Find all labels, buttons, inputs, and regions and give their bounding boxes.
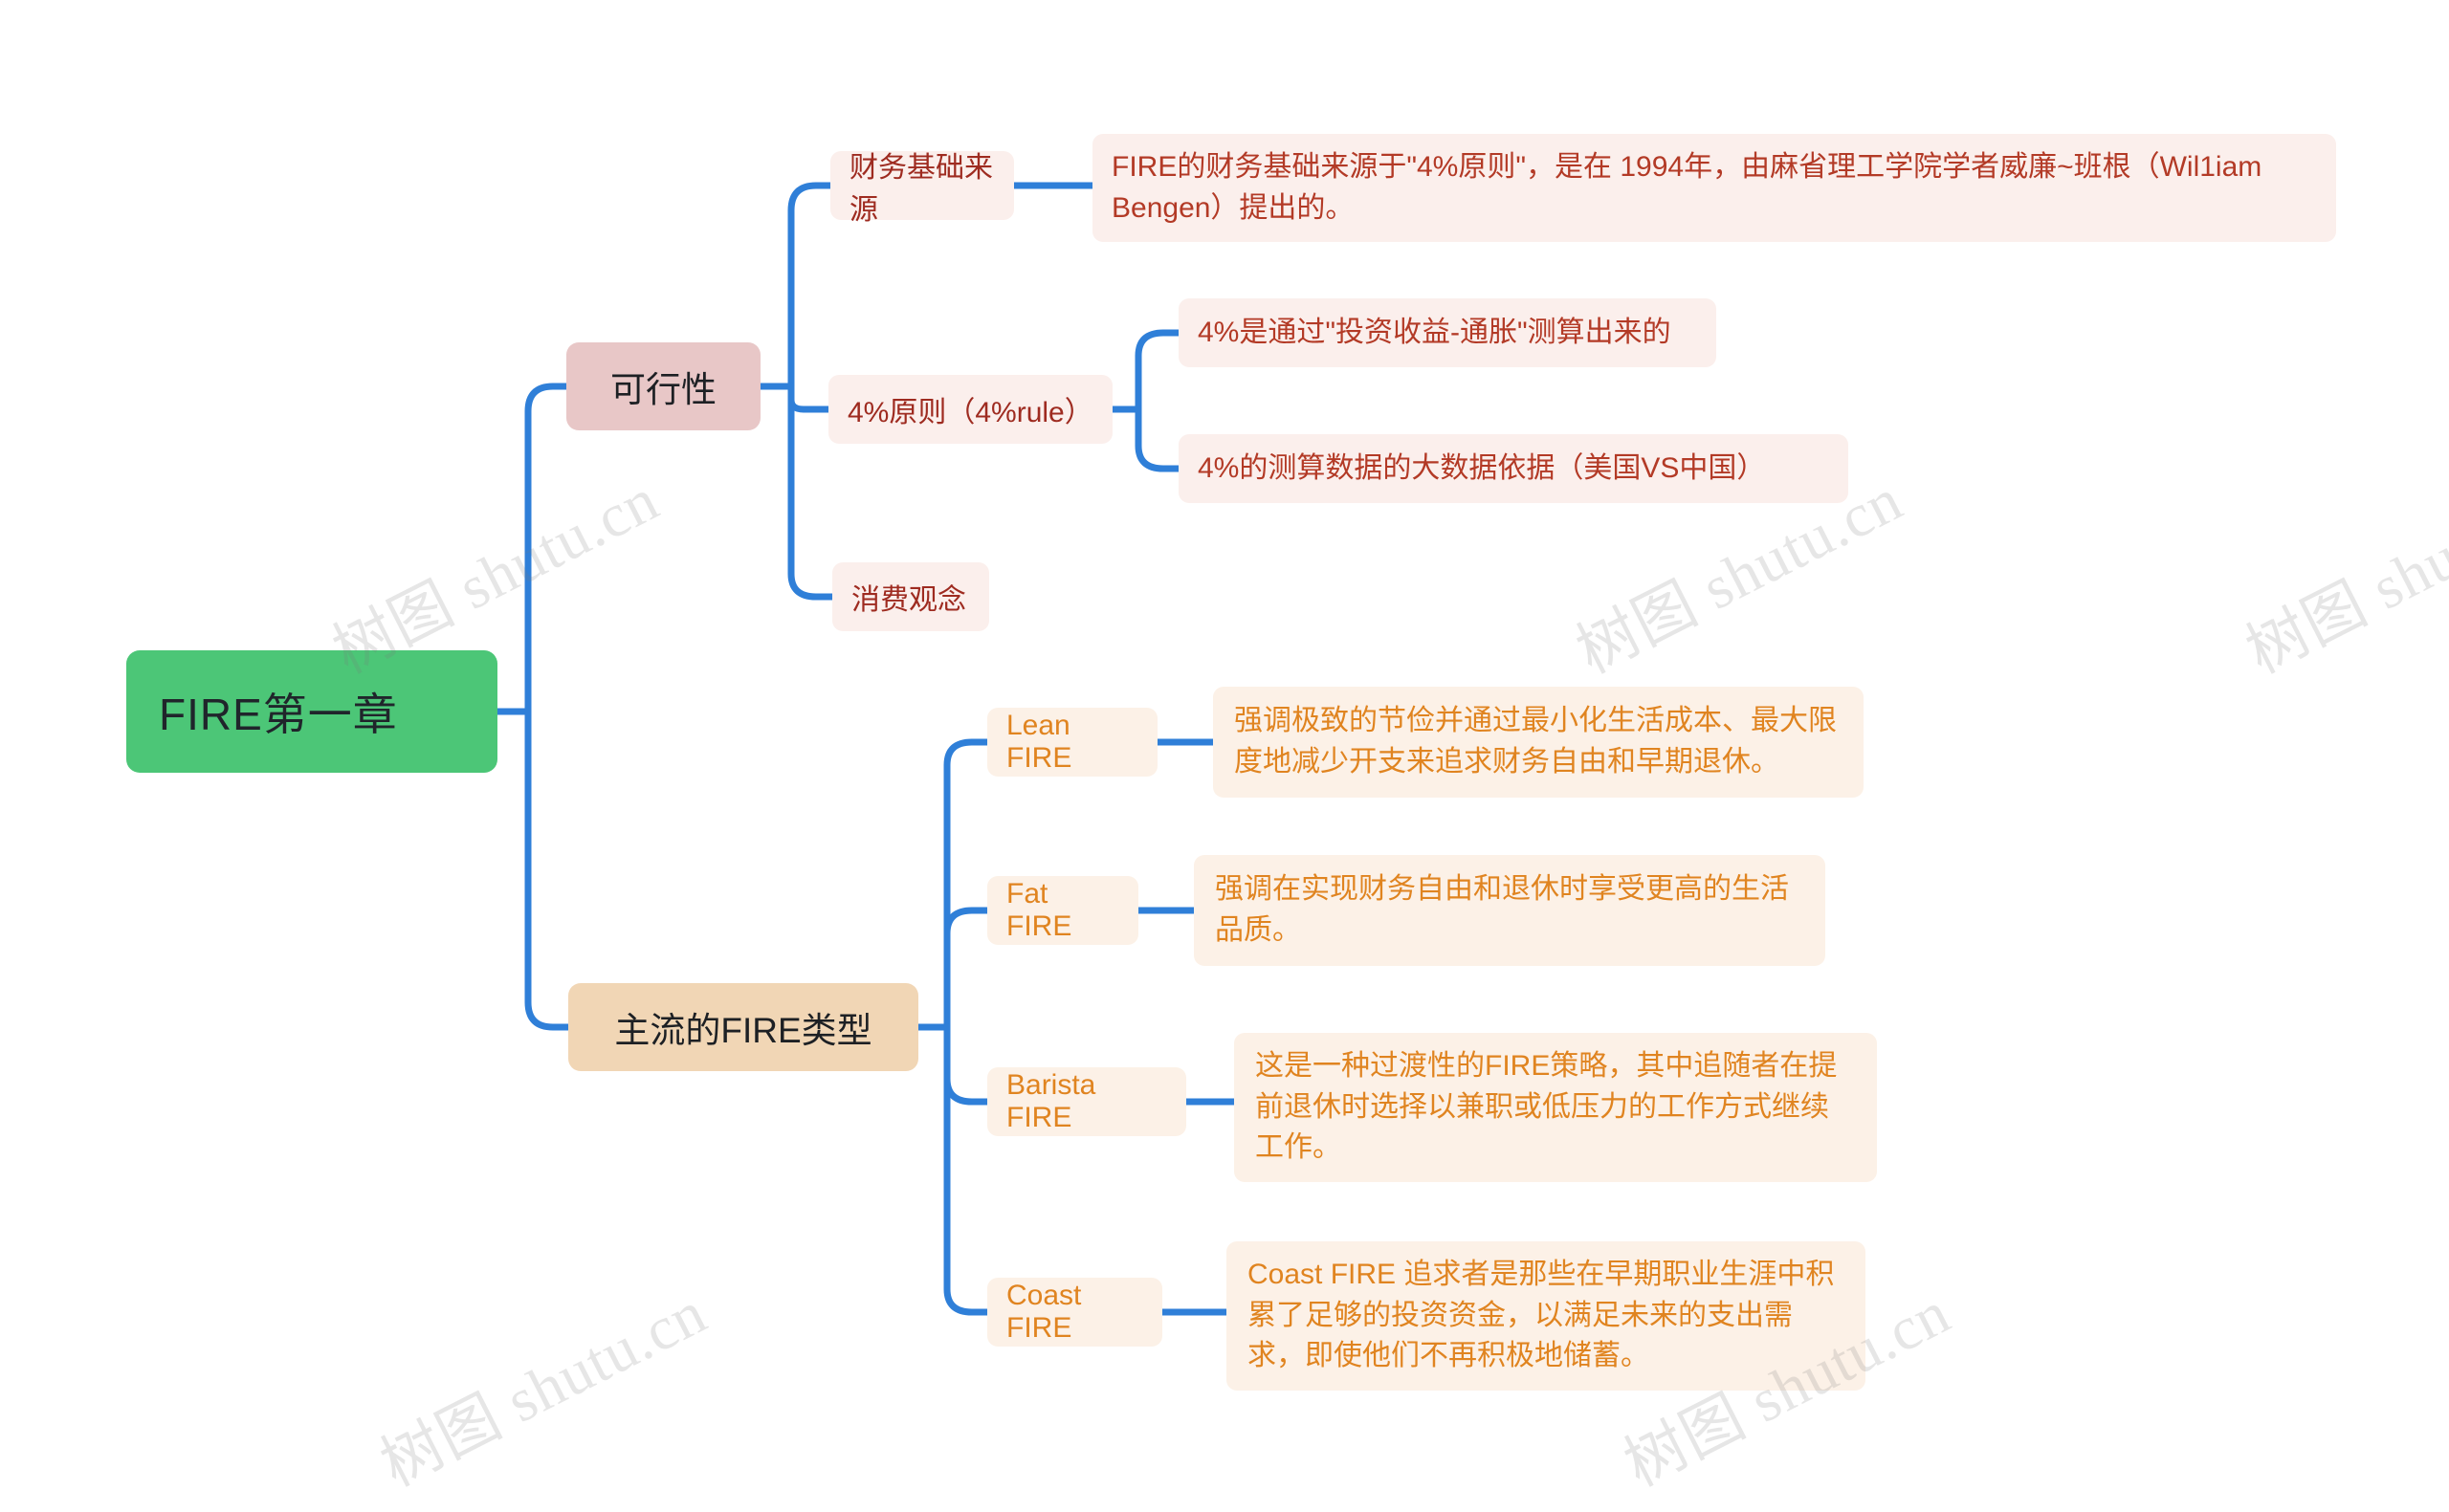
edge-firetypes-to-barista xyxy=(943,1023,991,1106)
node-fat-fire[interactable]: Fat FIRE xyxy=(987,876,1138,945)
node-financial-basis-detail[interactable]: FIRE的财务基础来源于"4%原则"，是在 1994年，由麻省理工学院学者威廉~… xyxy=(1092,134,2336,243)
node-lean-fire-desc-text: 强调极致的节俭并通过最小化生活成本、最大限度地减少开支来追求财务自由和早期退休。 xyxy=(1234,705,1837,778)
node-four-percent-bigdata[interactable]: 4%的测算数据的大数据依据（美国VS中国） xyxy=(1179,434,1848,503)
edge-feasibility-to-consumption xyxy=(787,383,836,601)
root-node-label: FIRE第一章 xyxy=(159,690,398,739)
node-lean-fire[interactable]: Lean FIRE xyxy=(987,708,1158,777)
branch-node-fire-types-label: 主流的FIRE类型 xyxy=(614,1011,872,1050)
edge-feasibility-to-source xyxy=(787,182,834,390)
node-lean-fire-desc[interactable]: 强调极致的节俭并通过最小化生活成本、最大限度地减少开支来追求财务自由和早期退休。 xyxy=(1213,687,1864,798)
edge-firetypes-to-coast xyxy=(943,1023,991,1316)
node-barista-fire-label: Barista FIRE xyxy=(1006,1069,1096,1133)
edge-feasibility-to-rule xyxy=(787,383,832,413)
branch-node-feasibility-label: 可行性 xyxy=(610,370,717,409)
edge-firetypes-to-fat xyxy=(943,907,991,1031)
node-lean-fire-label: Lean FIRE xyxy=(1006,710,1072,774)
node-financial-basis-detail-text: FIRE的财务基础来源于"4%原则"，是在 1994年，由麻省理工学院学者威廉~… xyxy=(1112,151,2262,224)
node-four-percent-calc-text: 4%是通过"投资收益-通胀"测算出来的 xyxy=(1198,316,1671,348)
node-four-percent-bigdata-text: 4%的测算数据的大数据依据（美国VS中国） xyxy=(1198,451,1766,484)
node-fat-fire-desc-text: 强调在实现财务自由和退休时享受更高的生活品质。 xyxy=(1215,873,1789,946)
edge-rule-to-child2 xyxy=(1135,405,1182,472)
node-four-percent-rule-label: 4%原则（4%rule） xyxy=(848,397,1093,428)
node-barista-fire-desc[interactable]: 这是一种过渡性的FIRE策略，其中追随者在提前退休时选择以兼职或低压力的工作方式… xyxy=(1234,1033,1877,1182)
node-coast-fire[interactable]: Coast FIRE xyxy=(987,1278,1162,1347)
node-fat-fire-label: Fat FIRE xyxy=(1006,878,1072,942)
edge-rule-to-child1 xyxy=(1135,329,1182,413)
mindmap-canvas[interactable]: FIRE第一章 可行性 财务基础来源 FIRE的财务基础来源于"4%原则"，是在… xyxy=(0,0,2449,1512)
node-financial-basis-source[interactable]: 财务基础来源 xyxy=(830,151,1014,226)
node-consumption-concept[interactable]: 消费观念 xyxy=(832,562,989,631)
edge-root-to-fire-types xyxy=(524,708,572,1031)
node-four-percent-calc[interactable]: 4%是通过"投资收益-通胀"测算出来的 xyxy=(1179,298,1716,367)
node-consumption-concept-label: 消费观念 xyxy=(851,584,966,616)
edge-root-to-feasibility xyxy=(524,383,570,715)
branch-node-fire-types[interactable]: 主流的FIRE类型 xyxy=(568,983,918,1071)
node-coast-fire-desc-text: Coast FIRE 追求者是那些在早期职业生涯中积累了足够的投资资金，以满足未… xyxy=(1247,1259,1835,1372)
node-barista-fire-desc-text: 这是一种过渡性的FIRE策略，其中追随者在提前退休时选择以兼职或低压力的工作方式… xyxy=(1255,1050,1838,1164)
node-coast-fire-label: Coast FIRE xyxy=(1006,1280,1082,1344)
branch-node-feasibility[interactable]: 可行性 xyxy=(566,342,761,430)
node-coast-fire-desc[interactable]: Coast FIRE 追求者是那些在早期职业生涯中积累了足够的投资资金，以满足未… xyxy=(1226,1241,1865,1391)
node-barista-fire[interactable]: Barista FIRE xyxy=(987,1067,1186,1136)
node-financial-basis-source-label: 财务基础来源 xyxy=(849,152,993,226)
root-node[interactable]: FIRE第一章 xyxy=(126,650,497,773)
node-four-percent-rule[interactable]: 4%原则（4%rule） xyxy=(828,375,1113,444)
edge-firetypes-to-lean xyxy=(943,738,991,1031)
node-fat-fire-desc[interactable]: 强调在实现财务自由和退休时享受更高的生活品质。 xyxy=(1194,855,1825,966)
